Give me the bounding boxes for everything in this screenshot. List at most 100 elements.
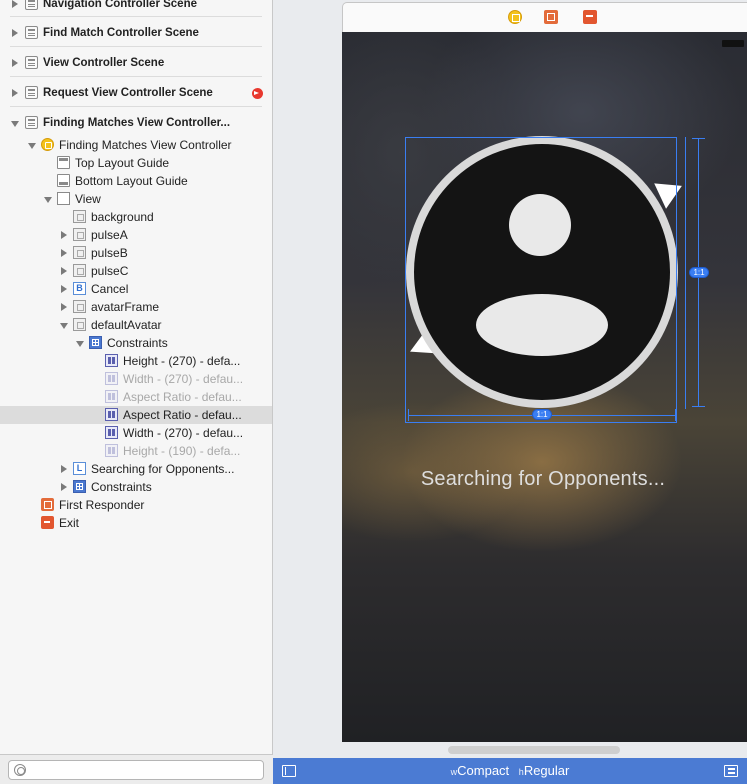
disclosure-triangle[interactable]	[10, 0, 20, 13]
outline-item-label: pulseC	[91, 264, 129, 278]
selection-frame	[405, 137, 677, 423]
aspect-ratio-badge[interactable]: 1:1	[532, 409, 552, 420]
outline-item-label: Bottom Layout Guide	[75, 174, 188, 188]
outline-item-constraints[interactable]: Constraints	[0, 334, 272, 352]
scene-label: Request View Controller Scene	[43, 87, 213, 99]
constraint-item[interactable]: Width - (270) - defau...	[0, 370, 272, 388]
disclosure-triangle[interactable]	[10, 114, 20, 132]
constraint-cap	[692, 138, 705, 139]
resolve-layout-icon[interactable]	[724, 765, 738, 777]
constraint-cap	[408, 409, 409, 421]
outline-item-label: background	[91, 210, 154, 224]
outline-item-bottom-layout-guide[interactable]: Bottom Layout Guide	[0, 172, 272, 190]
outline-item-label: Top Layout Guide	[75, 156, 170, 170]
storyboard-editor: Navigation Controller Scene Find Match C…	[0, 0, 747, 784]
constraint-line	[685, 137, 686, 409]
outline-item-label: pulseB	[91, 246, 128, 260]
outline-item-constraints-view[interactable]: Constraints	[0, 478, 272, 496]
view-controller-icon	[41, 138, 54, 151]
outline-item-label: Exit	[59, 516, 80, 530]
label-icon: L	[73, 462, 86, 475]
disclosure-triangle[interactable]	[75, 334, 85, 352]
filter-icon[interactable]	[14, 764, 26, 776]
size-class-control[interactable]: wCompact hRegular	[273, 763, 747, 778]
image-view-icon	[73, 246, 86, 259]
layout-guide-icon	[57, 156, 70, 169]
outline-item-view[interactable]: View	[0, 190, 272, 208]
constraint-icon	[105, 444, 118, 457]
disclosure-triangle[interactable]	[10, 54, 20, 72]
outline-item-label: Constraints	[107, 336, 168, 350]
disclosure-triangle[interactable]	[10, 84, 20, 102]
outline-item-pulse-c[interactable]: pulseC	[0, 262, 272, 280]
outline-item-exit[interactable]: Exit	[0, 514, 272, 532]
scene-navigation-controller[interactable]: Navigation Controller Scene	[0, 0, 272, 17]
first-responder-icon[interactable]	[544, 10, 558, 24]
scene-icon	[25, 26, 38, 39]
outline-item-view-controller[interactable]: Finding Matches View Controller	[0, 136, 272, 154]
scene-icon	[25, 86, 38, 99]
outline-item-default-avatar[interactable]: defaultAvatar	[0, 316, 272, 334]
storyboard-canvas[interactable]: 1:1 1:1 Searching for Opponents...	[273, 0, 747, 758]
outline-item-pulse-a[interactable]: pulseA	[0, 226, 272, 244]
outline-item-avatar-frame[interactable]: avatarFrame	[0, 298, 272, 316]
disclosure-triangle[interactable]	[43, 190, 53, 208]
divider	[10, 16, 262, 17]
outline-item-background[interactable]: background	[0, 208, 272, 226]
constraint-item[interactable]: Height - (270) - defa...	[0, 352, 272, 370]
outline-item-label: defaultAvatar	[91, 318, 162, 332]
constraint-label: Aspect Ratio - defau...	[123, 408, 242, 422]
divider	[10, 46, 262, 47]
outline-item-cancel[interactable]: B Cancel	[0, 280, 272, 298]
constraint-item-selected[interactable]: Aspect Ratio - defau...	[0, 406, 272, 424]
outline-item-first-responder[interactable]: First Responder	[0, 496, 272, 514]
scene-request-view-controller[interactable]: Request View Controller Scene	[0, 81, 272, 107]
constraint-item[interactable]: Height - (190) - defa...	[0, 442, 272, 460]
scene-view-controller[interactable]: View Controller Scene	[0, 51, 272, 77]
outline-item-label: Cancel	[91, 282, 129, 296]
constraints-icon	[73, 480, 86, 493]
disclosure-triangle[interactable]	[10, 24, 20, 42]
aspect-ratio-badge[interactable]: 1:1	[689, 267, 709, 278]
searching-label[interactable]: Searching for Opponents...	[342, 468, 744, 491]
disclosure-triangle[interactable]	[27, 136, 37, 154]
disclosure-triangle[interactable]	[59, 244, 69, 262]
outline-item-searching-label[interactable]: L Searching for Opponents...	[0, 460, 272, 478]
battery-icon	[722, 40, 744, 47]
disclosure-triangle[interactable]	[59, 460, 69, 478]
document-outline: Navigation Controller Scene Find Match C…	[0, 0, 273, 784]
constraint-label: Height - (190) - defa...	[123, 444, 241, 458]
scene-label: View Controller Scene	[43, 57, 165, 69]
exit-icon	[41, 516, 54, 529]
button-icon: B	[73, 282, 86, 295]
constraint-item[interactable]: Width - (270) - defau...	[0, 424, 272, 442]
outline-item-label: Searching for Opponents...	[91, 462, 235, 476]
disclosure-triangle[interactable]	[59, 280, 69, 298]
constraint-item[interactable]: Aspect Ratio - defau...	[0, 388, 272, 406]
scene-finding-matches-view-controller[interactable]: Finding Matches View Controller...	[0, 111, 272, 137]
divider	[10, 106, 262, 107]
outline-item-label: pulseA	[91, 228, 128, 242]
exit-icon[interactable]	[583, 10, 597, 24]
height-prefix: h	[518, 767, 524, 777]
disclosure-triangle[interactable]	[59, 478, 69, 496]
outline-item-top-layout-guide[interactable]: Top Layout Guide	[0, 154, 272, 172]
disclosure-triangle[interactable]	[59, 298, 69, 316]
scene-view[interactable]: 1:1 1:1 Searching for Opponents...	[342, 32, 747, 742]
horizontal-scrollbar[interactable]	[448, 746, 620, 754]
warning-arrow-icon[interactable]	[252, 88, 263, 99]
outline-filter-field[interactable]	[8, 760, 264, 780]
scene-find-match-controller[interactable]: Find Match Controller Scene	[0, 21, 272, 47]
disclosure-triangle[interactable]	[59, 262, 69, 280]
constraint-icon	[105, 426, 118, 439]
disclosure-triangle[interactable]	[59, 316, 69, 334]
outline-item-pulse-b[interactable]: pulseB	[0, 244, 272, 262]
view-controller-icon[interactable]	[508, 10, 522, 24]
constraints-icon	[89, 336, 102, 349]
layout-guide-icon	[57, 174, 70, 187]
height-class-label: Regular	[523, 763, 570, 778]
disclosure-triangle[interactable]	[59, 226, 69, 244]
image-view-icon	[73, 210, 86, 223]
outline-item-label: View	[75, 192, 101, 206]
view-icon	[57, 192, 70, 205]
